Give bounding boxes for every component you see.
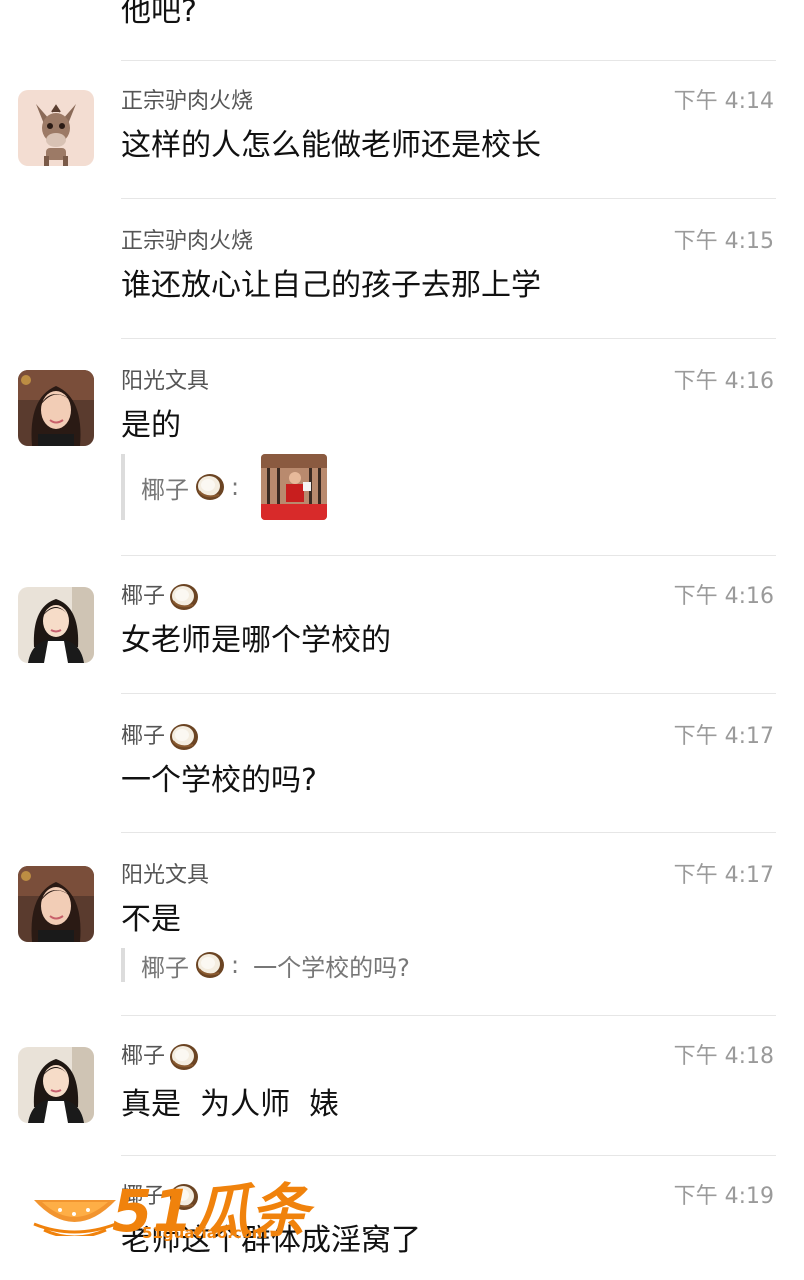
coconut-emoji-icon xyxy=(195,473,225,501)
woman-avatar-icon[interactable] xyxy=(18,587,94,663)
message-text: 女老师是哪个学校的 xyxy=(121,623,391,658)
sender-name[interactable]: 椰子 xyxy=(121,1043,199,1071)
sender-name[interactable]: 正宗驴肉火烧 xyxy=(121,228,253,256)
message-timestamp: 下午 4:18 xyxy=(673,1044,774,1069)
message-divider xyxy=(121,198,776,199)
quoted-message[interactable]: 椰子 : xyxy=(121,454,328,520)
quote-sender: 椰子 xyxy=(141,475,189,504)
sender-name[interactable]: 阳光文具 xyxy=(121,368,209,396)
message-text: 不是 xyxy=(121,902,181,937)
woman-avatar-icon[interactable] xyxy=(18,866,94,942)
woman-avatar-icon[interactable] xyxy=(18,370,94,446)
donkey-avatar-icon[interactable] xyxy=(18,90,94,166)
message-divider xyxy=(121,60,776,61)
sender-name[interactable]: 椰子 xyxy=(121,723,199,751)
message-timestamp: 下午 4:19 xyxy=(673,1184,774,1209)
message-text: 谁还放心让自己的孩子去那上学 xyxy=(121,268,541,303)
message-divider xyxy=(121,1155,776,1156)
sender-name[interactable]: 阳光文具 xyxy=(121,862,209,890)
sender-name-text: 椰子 xyxy=(121,724,166,749)
message-timestamp: 下午 4:14 xyxy=(673,89,774,114)
melon-slice-logo-icon xyxy=(33,1200,117,1236)
message-divider xyxy=(121,555,776,556)
previous-message-text: 他吧? xyxy=(121,0,197,29)
sender-name-text: 椰子 xyxy=(121,1044,166,1069)
site-watermark: 51瓜条 51guatiao.com xyxy=(30,1160,309,1250)
message-timestamp: 下午 4:17 xyxy=(673,863,774,888)
message-text: 一个学校的吗? xyxy=(121,763,317,798)
message-text: 真是 为人师 婊 xyxy=(121,1087,340,1122)
message-timestamp: 下午 4:16 xyxy=(673,584,774,609)
quote-sender: 椰子 xyxy=(141,953,189,982)
message-text: 这样的人怎么能做老师还是校长 xyxy=(121,128,541,163)
watermark-url: 51guatiao.com xyxy=(142,1224,268,1242)
quoted-message[interactable]: 椰子 : 一个学校的吗? xyxy=(121,948,410,982)
message-text: 是的 xyxy=(121,408,181,443)
message-divider xyxy=(121,1015,776,1016)
coconut-emoji-icon xyxy=(195,951,225,979)
quote-colon: : xyxy=(231,473,240,501)
quote-colon: : xyxy=(231,951,240,979)
woman-avatar-icon[interactable] xyxy=(18,1047,94,1123)
message-timestamp: 下午 4:16 xyxy=(673,369,774,394)
coconut-emoji-icon xyxy=(169,1043,199,1071)
coconut-emoji-icon xyxy=(169,723,199,751)
message-timestamp: 下午 4:15 xyxy=(673,229,774,254)
quote-text: 一个学校的吗? xyxy=(253,953,410,982)
quoted-image-thumbnail[interactable] xyxy=(261,454,328,520)
sender-name-text: 椰子 xyxy=(121,584,166,609)
message-timestamp: 下午 4:17 xyxy=(673,724,774,749)
message-divider xyxy=(121,832,776,833)
message-divider xyxy=(121,338,776,339)
sender-name[interactable]: 正宗驴肉火烧 xyxy=(121,88,253,116)
sender-name[interactable]: 椰子 xyxy=(121,583,199,611)
message-divider xyxy=(121,693,776,694)
coconut-emoji-icon xyxy=(169,583,199,611)
